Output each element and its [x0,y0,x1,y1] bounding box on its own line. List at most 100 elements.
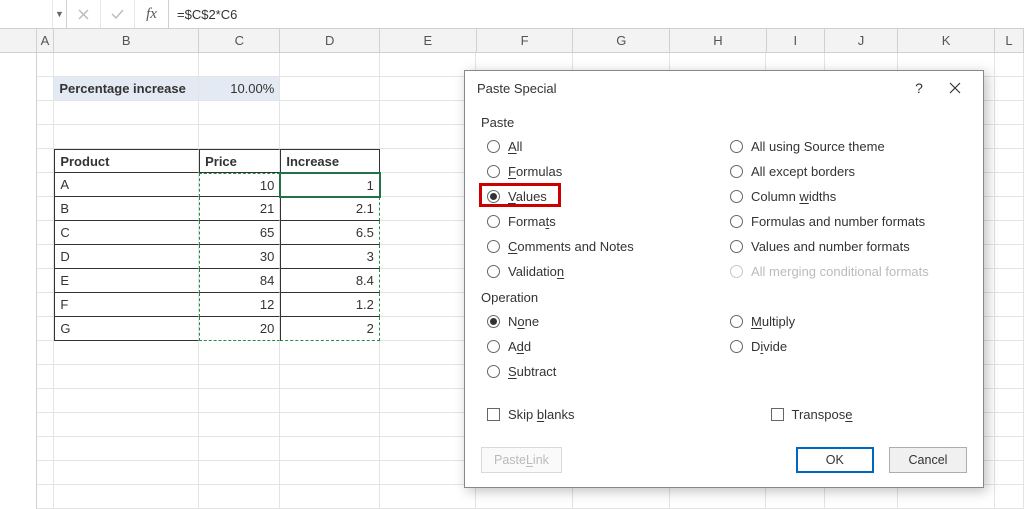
radio-icon [487,165,500,178]
radio-icon [730,215,743,228]
close-icon[interactable] [937,74,973,102]
radio-label: Column widths [751,189,836,204]
radio-label: All [508,139,522,154]
table-row[interactable]: B [54,197,199,221]
radio-comments[interactable]: Comments and Notes [481,234,724,259]
table-row[interactable]: 20 [199,317,280,341]
radio-op-subtract[interactable]: Subtract [481,359,724,384]
radio-icon [730,190,743,203]
radio-label: All except borders [751,164,855,179]
accept-entry-icon[interactable] [101,0,135,28]
checkbox-skip-blanks[interactable]: Skip blanks [487,402,575,427]
col-header[interactable]: L [995,29,1024,52]
table-row[interactable]: 6.5 [280,221,380,245]
table-row[interactable]: 1.2 [280,293,380,317]
radio-col-widths[interactable]: Column widths [724,184,967,209]
radio-label: Validation [508,264,564,279]
radio-op-multiply[interactable]: Multiply [724,309,967,334]
radio-icon [730,340,743,353]
radio-merge-cond: All merging conditional formats [724,259,967,284]
table-row[interactable]: F [54,293,199,317]
radio-values[interactable]: Values [481,184,724,209]
col-header[interactable]: G [573,29,670,52]
radio-label: Values [508,189,547,204]
radio-op-add[interactable]: Add [481,334,724,359]
help-icon[interactable]: ? [901,74,937,102]
select-all-corner[interactable] [0,29,37,52]
radio-label: All using Source theme [751,139,885,154]
insert-function-icon[interactable]: fx [135,0,169,28]
table-row[interactable]: 65 [199,221,280,245]
radio-label: Comments and Notes [508,239,634,254]
radio-icon [487,365,500,378]
table-row[interactable]: A [54,173,199,197]
table-row[interactable]: 8.4 [280,269,380,293]
radio-except-borders[interactable]: All except borders [724,159,967,184]
operation-section-label: Operation [481,290,967,305]
col-header[interactable]: H [670,29,767,52]
table-header-price[interactable]: Price [199,149,280,173]
radio-label: Add [508,339,531,354]
name-box-group: ▼ [0,0,67,28]
table-row[interactable]: 12 [199,293,280,317]
table-row[interactable]: 21 [199,197,280,221]
radio-icon [487,215,500,228]
radio-num-values[interactable]: Values and number formats [724,234,967,259]
table-row[interactable]: 84 [199,269,280,293]
cell-percent-value[interactable]: 10.00% [199,77,280,101]
formula-input[interactable]: =$C$2*C6 [169,0,1024,28]
table-row[interactable]: 10 [199,173,280,197]
radio-label: Divide [751,339,787,354]
radio-icon [487,340,500,353]
radio-op-none[interactable]: None [481,309,724,334]
dialog-titlebar[interactable]: Paste Special ? [465,71,983,105]
radio-op-divide[interactable]: Divide [724,334,967,359]
radio-formats[interactable]: Formats [481,209,724,234]
radio-formulas[interactable]: Formulas [481,159,724,184]
selected-cell[interactable]: 1 [280,173,380,197]
col-header[interactable]: B [54,29,199,52]
col-header[interactable]: C [199,29,280,52]
radio-label: Values and number formats [751,239,910,254]
radio-all[interactable]: All [481,134,724,159]
radio-icon [730,240,743,253]
col-header[interactable]: A [37,29,54,52]
radio-icon [730,165,743,178]
radio-label: Formats [508,214,556,229]
table-row[interactable]: C [54,221,199,245]
table-header-product[interactable]: Product [54,149,199,173]
column-headers: A B C D E F G H I J K L [0,29,1024,53]
checkbox-label: Skip blanks [508,407,575,422]
col-header[interactable]: K [898,29,995,52]
col-header[interactable]: D [280,29,380,52]
ok-button[interactable]: OK [796,447,874,473]
radio-label: All merging conditional formats [751,264,929,279]
table-row[interactable]: 2 [280,317,380,341]
col-header[interactable]: J [825,29,898,52]
radio-num-formulas[interactable]: Formulas and number formats [724,209,967,234]
table-row[interactable]: 30 [199,245,280,269]
checkbox-label: Transpose [792,407,853,422]
name-box-dropdown[interactable]: ▼ [52,0,66,28]
radio-label: Formulas [508,164,562,179]
table-row[interactable]: 2.1 [280,197,380,221]
table-row[interactable]: 3 [280,245,380,269]
table-row[interactable]: D [54,245,199,269]
radio-icon [487,265,500,278]
col-header[interactable]: I [767,29,825,52]
radio-icon [730,315,743,328]
table-row[interactable]: G [54,317,199,341]
radio-icon [487,140,500,153]
paste-special-dialog: Paste Special ? Paste All Formulas Value… [464,70,984,488]
radio-source-theme[interactable]: All using Source theme [724,134,967,159]
table-row[interactable]: E [54,269,199,293]
cell-percent-label[interactable]: Percentage increase [54,77,199,101]
radio-validation[interactable]: Validation [481,259,724,284]
checkbox-transpose[interactable]: Transpose [771,402,853,427]
cancel-button[interactable]: Cancel [889,447,967,473]
table-header-increase[interactable]: Increase [280,149,380,173]
cancel-entry-icon[interactable] [67,0,101,28]
col-header[interactable]: F [477,29,574,52]
col-header[interactable]: E [380,29,477,52]
checkbox-icon [771,408,784,421]
